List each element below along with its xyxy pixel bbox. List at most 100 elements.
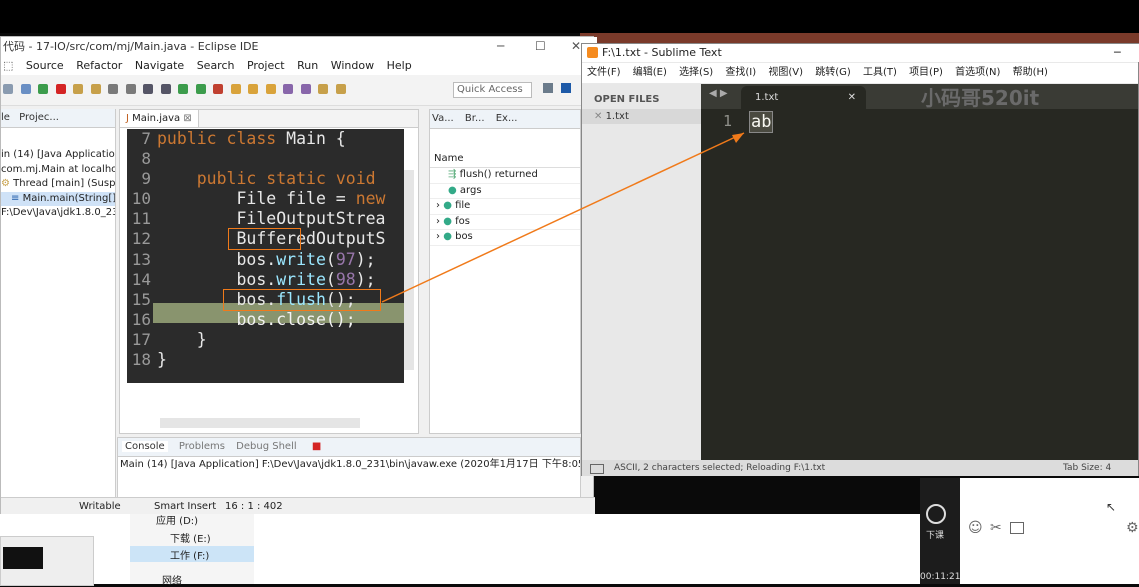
folder-icon[interactable] — [265, 84, 276, 94]
editor-tab-main-java[interactable]: J Main.java ⊠ — [120, 110, 199, 127]
annotation-icon[interactable] — [283, 84, 293, 94]
debug-perspective-icon[interactable] — [561, 83, 571, 93]
tab-console[interactable]: Console — [122, 441, 168, 452]
menu-help[interactable]: 帮助(H) — [1013, 67, 1048, 78]
image-icon[interactable] — [1010, 522, 1024, 534]
editor-vertical-scrollbar[interactable] — [404, 170, 414, 370]
new-icon[interactable] — [230, 84, 241, 94]
drive-e[interactable]: 下载 (E:) — [170, 530, 211, 545]
tab-size[interactable]: Tab Size: 4 — [1063, 460, 1111, 476]
panel-toggle-icon[interactable] — [590, 464, 604, 474]
emoji-icon[interactable]: ☺ — [968, 520, 983, 536]
toolbar-icon[interactable] — [20, 84, 31, 94]
menu-file[interactable]: 文件(F) — [587, 67, 621, 78]
code-area[interactable]: 7 public class Main { 8 9 public static … — [127, 129, 404, 383]
menu-project[interactable]: 项目(P) — [909, 67, 943, 78]
menu-help[interactable]: Help — [387, 59, 412, 72]
coverage-icon[interactable] — [195, 84, 206, 94]
tab-debug[interactable]: le — [1, 112, 10, 123]
resume-icon[interactable] — [38, 84, 48, 94]
tab-breakpoints[interactable]: Br... — [465, 113, 485, 124]
tree-item-thread[interactable]: ⚙ Thread [main] (Suspen — [1, 177, 115, 192]
terminate-icon[interactable] — [55, 84, 66, 94]
tab-debug-shell[interactable]: Debug Shell — [236, 441, 296, 452]
drive-d[interactable]: 应用 (D:) — [156, 512, 198, 527]
perspective-icon[interactable] — [543, 83, 553, 93]
close-tab-icon[interactable]: ⊠ — [183, 113, 191, 124]
menu-selection[interactable]: 选择(S) — [679, 67, 713, 78]
sublime-text-area[interactable]: 1 ab — [701, 109, 1138, 460]
menu-project[interactable]: Project — [247, 59, 285, 72]
close-icon[interactable]: ✕ — [594, 111, 606, 122]
editor-horizontal-scrollbar[interactable] — [160, 418, 360, 428]
tab-label: 1.txt — [755, 92, 779, 103]
code-line: public static void — [196, 169, 376, 188]
annotation-icon[interactable] — [300, 84, 311, 94]
debug-view-toolbar — [1, 128, 115, 148]
variable-row[interactable]: ⇶ flush() returned — [430, 168, 580, 184]
menu-search[interactable]: Search — [197, 59, 235, 72]
open-icon[interactable] — [248, 84, 258, 94]
menu-tools[interactable]: 工具(T) — [863, 67, 897, 78]
scissors-icon[interactable]: ✂ — [990, 520, 1002, 536]
tab-problems[interactable]: Problems — [179, 441, 225, 452]
variable-row[interactable]: › ● fos — [430, 215, 580, 230]
debug-icon[interactable] — [160, 84, 171, 94]
editor-tab-bar: J Main.java ⊠ — [120, 110, 418, 128]
camera-icon[interactable] — [926, 504, 946, 524]
back-icon[interactable] — [318, 84, 328, 94]
variables-tabs: Va... Br... Ex... — [430, 110, 580, 129]
menu-find[interactable]: 查找(I) — [725, 67, 756, 78]
tree-item-jvm[interactable]: F:\Dev\Java\jdk1.8.0_231 — [1, 206, 115, 221]
run-icon[interactable] — [178, 84, 188, 94]
variables-column-header: Name — [430, 151, 580, 168]
eclipse-window: 代码 - 17-IO/src/com/mj/Main.java - Eclips… — [0, 36, 597, 525]
line-number: 14 — [131, 270, 151, 289]
tab-expressions[interactable]: Ex... — [496, 113, 518, 124]
console-tabs: Console Problems Debug Shell ■ — [118, 438, 580, 457]
menu-refactor[interactable]: Refactor — [76, 59, 122, 72]
network[interactable]: 网络 — [162, 572, 182, 587]
menu-run[interactable]: Run — [297, 59, 318, 72]
minimize-button[interactable]: ─ — [1114, 44, 1121, 62]
tab-1-txt[interactable]: 1.txt ✕ — [741, 86, 866, 109]
menu-preferences[interactable]: 首选项(N) — [955, 67, 1000, 78]
toolbar-icon[interactable] — [125, 84, 136, 94]
menu-view[interactable]: 视图(V) — [768, 67, 803, 78]
end-class-label[interactable]: 下课 — [926, 528, 944, 541]
settings-icon[interactable]: ⚙ — [1126, 520, 1139, 536]
tree-item-launch[interactable]: in (14) [Java Application] — [1, 148, 115, 163]
step-icon[interactable] — [73, 84, 83, 94]
external-tools-icon[interactable] — [213, 84, 223, 94]
menu-goto[interactable]: 跳转(G) — [815, 67, 851, 78]
drive-list: 应用 (D:) 下载 (E:) 工作 (F:) 网络 — [130, 512, 254, 587]
tree-item-target[interactable]: com.mj.Main at localhost — [1, 163, 115, 178]
variable-row[interactable]: › ● bos — [430, 230, 580, 246]
tab-nav-arrows-icon[interactable]: ◀ ▶ — [709, 88, 728, 99]
drive-f[interactable]: 工作 (F:) — [170, 547, 209, 562]
tree-item-stackframe[interactable]: ≡ Main.main(String[]) — [1, 191, 115, 206]
open-file-label: 1.txt — [605, 111, 629, 122]
forward-icon[interactable] — [335, 84, 346, 94]
toolbar-icon[interactable] — [3, 84, 13, 94]
menu-overflow-icon[interactable]: ⬚ — [3, 59, 13, 72]
close-button[interactable]: ✕ — [571, 37, 581, 55]
tab-variables[interactable]: Va... — [432, 113, 454, 124]
close-tab-icon[interactable]: ✕ — [848, 86, 856, 109]
variable-row[interactable]: › ● file — [430, 199, 580, 215]
quick-access-input[interactable]: Quick Access — [453, 82, 532, 98]
step-icon[interactable] — [90, 84, 101, 94]
menu-window[interactable]: Window — [331, 59, 374, 72]
menu-source[interactable]: Source — [26, 59, 64, 72]
toolbar-icon[interactable] — [143, 84, 153, 94]
thread-label: Thread [main] (Suspen — [13, 178, 115, 189]
menu-navigate[interactable]: Navigate — [135, 59, 184, 72]
tab-project-explorer[interactable]: Projec... — [19, 112, 59, 123]
open-file-item[interactable]: ✕ 1.txt — [582, 109, 701, 124]
terminate-icon[interactable]: ■ — [312, 441, 321, 452]
minimize-button[interactable]: ─ — [497, 37, 504, 55]
menu-edit[interactable]: 编辑(E) — [633, 67, 667, 78]
maximize-button[interactable]: ☐ — [535, 37, 546, 55]
variable-row[interactable]: ● args — [430, 184, 580, 199]
toolbar-icon[interactable] — [108, 84, 118, 94]
